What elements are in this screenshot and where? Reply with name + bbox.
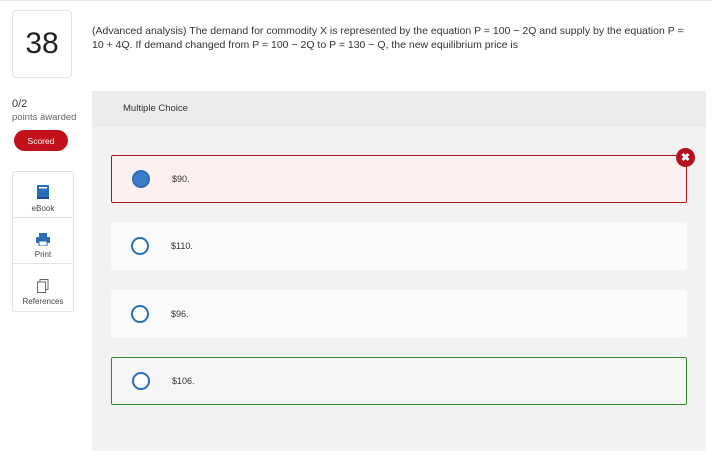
option-a-label: $90. xyxy=(172,174,190,184)
score-value: 0/2 xyxy=(12,98,28,110)
tool-print-label: Print xyxy=(34,250,52,259)
option-b[interactable]: $110. xyxy=(111,222,687,270)
document-icon xyxy=(37,279,49,293)
panel-title: Multiple Choice xyxy=(92,91,706,127)
score-label: points awarded xyxy=(12,112,77,123)
option-c-label: $96. xyxy=(171,309,189,319)
option-a[interactable]: $90. xyxy=(111,155,687,203)
printer-icon xyxy=(36,233,50,246)
option-c[interactable]: $96. xyxy=(111,290,687,338)
radio-d[interactable] xyxy=(132,372,150,390)
answer-panel: Multiple Choice $90. $110. $96. $106. xyxy=(92,91,706,451)
tool-references-label: References xyxy=(22,297,64,306)
radio-a[interactable] xyxy=(132,170,150,188)
top-divider xyxy=(0,0,712,1)
tools-sidebar: eBook Print References xyxy=(12,171,74,312)
tool-print[interactable]: Print xyxy=(13,218,73,264)
tool-references[interactable]: References xyxy=(13,264,73,310)
option-b-label: $110. xyxy=(171,241,193,251)
book-icon xyxy=(37,185,49,199)
scored-badge[interactable]: Scored xyxy=(14,130,68,151)
incorrect-x-icon: ✖ xyxy=(676,148,695,167)
option-d-label: $106. xyxy=(172,376,195,386)
radio-b[interactable] xyxy=(131,237,149,255)
tool-ebook[interactable]: eBook xyxy=(13,172,73,218)
radio-c[interactable] xyxy=(131,305,149,323)
tool-ebook-label: eBook xyxy=(31,204,55,213)
option-d[interactable]: $106. xyxy=(111,357,687,405)
question-number: 38 xyxy=(12,10,72,78)
question-text: (Advanced analysis) The demand for commo… xyxy=(92,25,684,51)
